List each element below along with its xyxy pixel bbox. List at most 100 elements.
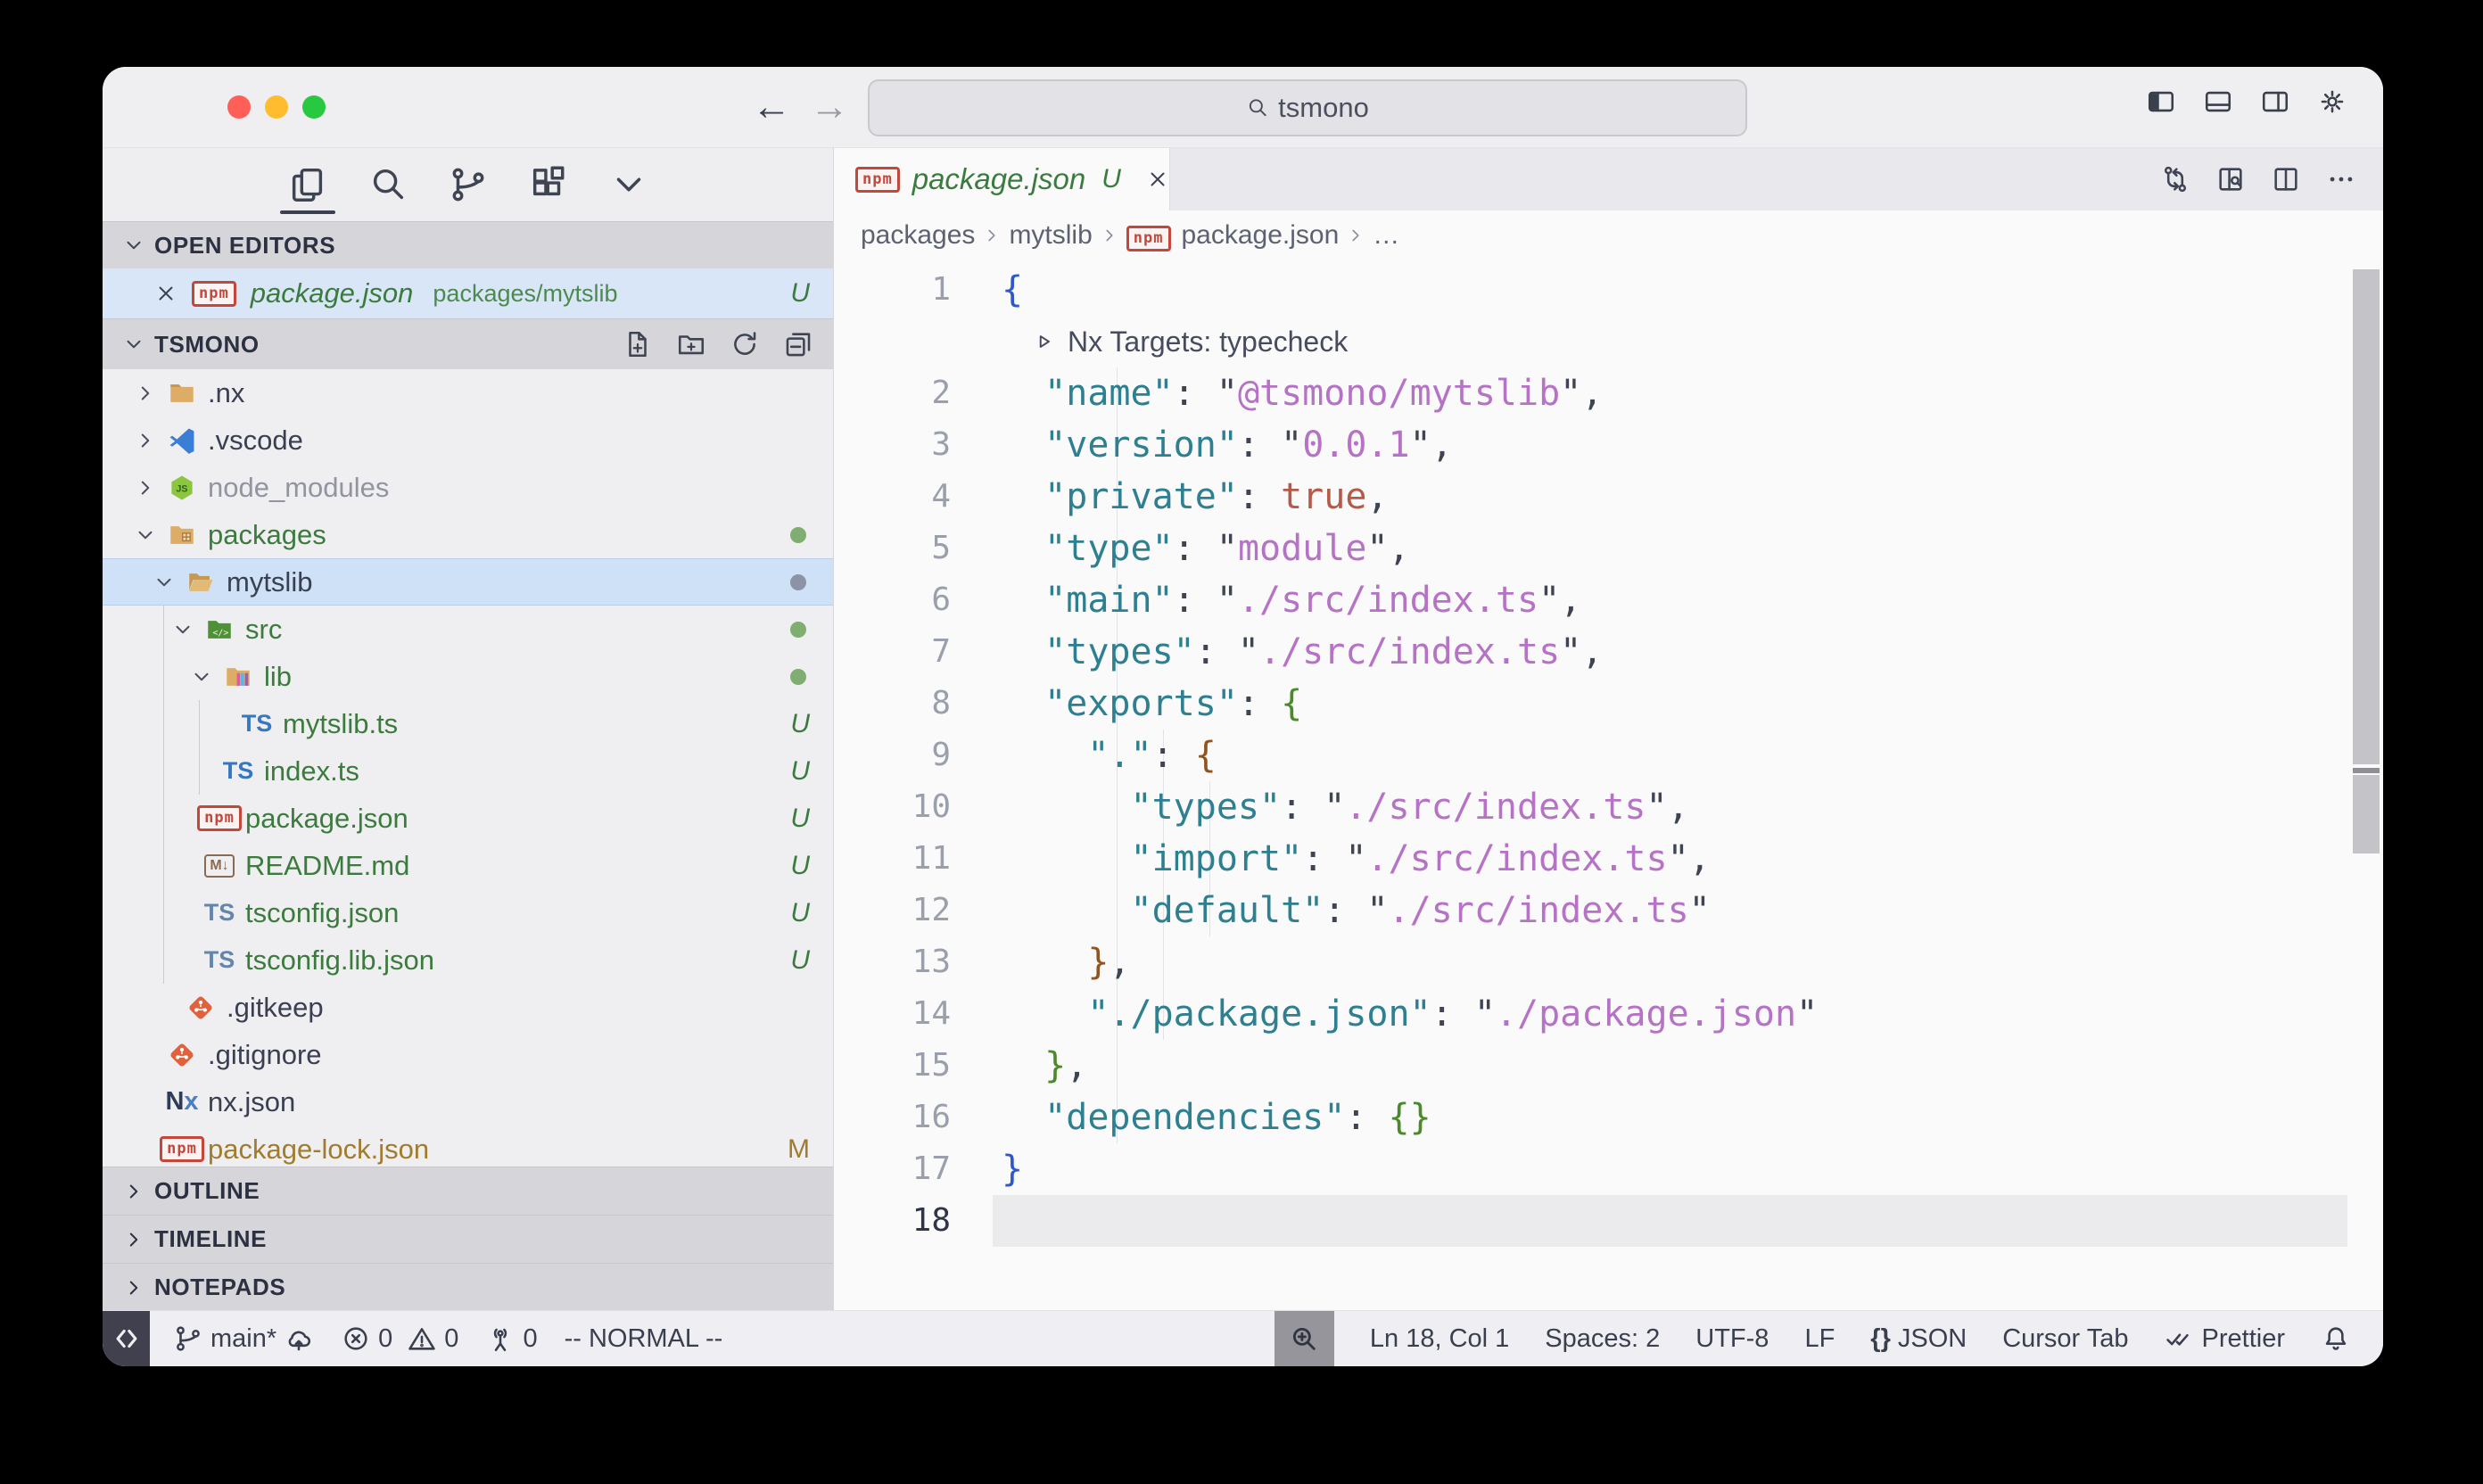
notepads-section-header[interactable]: NOTEPADS: [103, 1263, 833, 1311]
tree-item-.vscode[interactable]: .vscode: [103, 416, 833, 464]
editor-scrollbar[interactable]: [2353, 269, 2380, 764]
code-editor[interactable]: 1{Nx Targets: typecheck2 "name": "@tsmon…: [834, 260, 2383, 1311]
chevron-right-icon[interactable]: [129, 382, 161, 405]
breadcrumb-item-packages[interactable]: packages: [861, 220, 975, 251]
chevron-right-icon: [122, 1276, 145, 1299]
tree-item-mytslib[interactable]: mytslib: [103, 558, 833, 606]
code-line-2[interactable]: 2 "name": "@tsmono/mytslib",: [834, 367, 2383, 419]
code-line-16[interactable]: 16 "dependencies": {}: [834, 1092, 2383, 1143]
cursor-position-item[interactable]: Ln 18, Col 1: [1370, 1324, 1509, 1354]
new-folder-button[interactable]: [676, 329, 706, 359]
refresh-explorer-button[interactable]: [730, 329, 760, 359]
chevron-down-icon[interactable]: [129, 524, 161, 547]
chevron-down-icon[interactable]: [148, 571, 180, 594]
git-icon: [161, 1040, 202, 1070]
remote-indicator[interactable]: [103, 1311, 150, 1366]
chevron-down-icon[interactable]: [186, 665, 218, 688]
tree-item-package.json[interactable]: npmpackage.jsonU: [103, 795, 833, 842]
indentation-item[interactable]: Spaces: 2: [1545, 1324, 1660, 1354]
tree-item-label: .nx: [208, 377, 244, 409]
publish-icon[interactable]: [284, 1323, 314, 1354]
encoding-item[interactable]: UTF-8: [1695, 1324, 1769, 1354]
language-mode-item[interactable]: {}JSON: [1870, 1324, 1967, 1354]
nav-forward-button[interactable]: →: [810, 83, 849, 131]
split-editor-button[interactable]: [2271, 164, 2301, 194]
breadcrumb-item-mytslib[interactable]: mytslib: [1009, 220, 1092, 251]
screencast-zoom-badge[interactable]: [1274, 1311, 1334, 1366]
code-line-9[interactable]: 9 ".": {: [834, 730, 2383, 781]
chevron-right-icon[interactable]: [129, 429, 161, 452]
open-editor-item[interactable]: npm package.json packages/mytslib U: [103, 268, 833, 318]
close-editor-icon[interactable]: [154, 282, 177, 305]
toggle-panel-button[interactable]: [2203, 87, 2233, 117]
git-branch-item[interactable]: main*: [173, 1323, 314, 1354]
notifications-bell-icon[interactable]: [2321, 1323, 2351, 1354]
extensions-view-icon[interactable]: [526, 160, 571, 210]
tree-item-lib[interactable]: lib: [103, 653, 833, 700]
problems-item[interactable]: 0 0: [341, 1323, 458, 1354]
code-line-17[interactable]: 17}: [834, 1143, 2383, 1195]
code-line-10[interactable]: 10 "types": "./src/index.ts",: [834, 781, 2383, 833]
tree-item-README.md[interactable]: M↓README.mdU: [103, 842, 833, 889]
toggle-secondary-sidebar-button[interactable]: [2260, 87, 2290, 117]
code-line-18[interactable]: 18: [834, 1195, 2383, 1247]
more-actions-button[interactable]: [2326, 164, 2356, 194]
tree-item-.gitignore[interactable]: .gitignore: [103, 1031, 833, 1078]
codelens-nx-targets[interactable]: Nx Targets: typecheck: [834, 316, 2383, 367]
cursor-tab-item[interactable]: Cursor Tab: [2002, 1324, 2128, 1354]
tree-item-nx.json[interactable]: Nxnx.json: [103, 1078, 833, 1125]
search-view-icon[interactable]: [366, 160, 410, 210]
code-line-5[interactable]: 5 "type": "module",: [834, 523, 2383, 574]
code-line-7[interactable]: 7 "types": "./src/index.ts",: [834, 626, 2383, 678]
timeline-section-header[interactable]: TIMELINE: [103, 1215, 833, 1263]
explorer-view-icon[interactable]: [285, 160, 330, 210]
tree-indent-guide: [199, 747, 200, 795]
outline-section-header[interactable]: OUTLINE: [103, 1167, 833, 1215]
code-line-6[interactable]: 6 "main": "./src/index.ts",: [834, 574, 2383, 626]
more-views-chevron-icon[interactable]: [606, 160, 651, 210]
code-line-8[interactable]: 8 "exports": {: [834, 678, 2383, 730]
open-preview-button[interactable]: [2215, 164, 2246, 194]
traffic-maximize-button[interactable]: [302, 95, 326, 119]
tree-item-.nx[interactable]: .nx: [103, 369, 833, 416]
settings-gear-icon[interactable]: [2317, 87, 2347, 117]
code-line-13[interactable]: 13 },: [834, 936, 2383, 988]
editor-scrollbar-lower[interactable]: [2353, 775, 2380, 853]
command-center-search[interactable]: tsmono: [868, 79, 1747, 136]
tree-item-.gitkeep[interactable]: .gitkeep: [103, 984, 833, 1031]
open-changes-button[interactable]: [2160, 164, 2190, 194]
code-line-4[interactable]: 4 "private": true,: [834, 471, 2383, 523]
chevron-down-icon[interactable]: [167, 618, 199, 641]
formatter-item[interactable]: Prettier: [2165, 1323, 2285, 1354]
tree-item-packages[interactable]: packages: [103, 511, 833, 558]
tree-item-mytslib.ts[interactable]: TSmytslib.tsU: [103, 700, 833, 747]
traffic-close-button[interactable]: [227, 95, 251, 119]
eol-item[interactable]: LF: [1804, 1324, 1835, 1354]
code-line-14[interactable]: 14 "./package.json": "./package.json": [834, 988, 2383, 1040]
source-control-view-icon[interactable]: [446, 160, 491, 210]
tab-package-json[interactable]: npm package.json U: [834, 148, 1170, 210]
new-file-button[interactable]: [623, 329, 653, 359]
vim-mode-indicator[interactable]: -- NORMAL --: [565, 1324, 723, 1354]
open-editors-header[interactable]: OPEN EDITORS: [103, 221, 833, 268]
code-line-1[interactable]: 1{: [834, 264, 2383, 316]
code-line-15[interactable]: 15 },: [834, 1040, 2383, 1092]
traffic-minimize-button[interactable]: [265, 95, 288, 119]
toggle-primary-sidebar-button[interactable]: [2146, 87, 2176, 117]
code-line-12[interactable]: 12 "default": "./src/index.ts": [834, 885, 2383, 936]
workspace-header[interactable]: TSMONO: [103, 318, 833, 369]
tree-item-index.ts[interactable]: TSindex.tsU: [103, 747, 833, 795]
tree-item-tsconfig.lib.json[interactable]: TStsconfig.lib.jsonU: [103, 936, 833, 984]
breadcrumb-item-[interactable]: …: [1373, 220, 1399, 251]
ports-item[interactable]: 0: [485, 1323, 537, 1354]
tree-item-node_modules[interactable]: JSnode_modules: [103, 464, 833, 511]
tree-item-src[interactable]: </>src: [103, 606, 833, 653]
nav-back-button[interactable]: ←: [752, 83, 791, 131]
chevron-right-icon[interactable]: [129, 476, 161, 499]
collapse-folders-button[interactable]: [783, 329, 813, 359]
code-line-11[interactable]: 11 "import": "./src/index.ts",: [834, 833, 2383, 885]
code-line-3[interactable]: 3 "version": "0.0.1",: [834, 419, 2383, 471]
tab-close-icon[interactable]: [1146, 168, 1169, 191]
breadcrumb-item-package.json[interactable]: package.json: [1182, 220, 1340, 251]
tree-item-tsconfig.json[interactable]: TStsconfig.jsonU: [103, 889, 833, 936]
